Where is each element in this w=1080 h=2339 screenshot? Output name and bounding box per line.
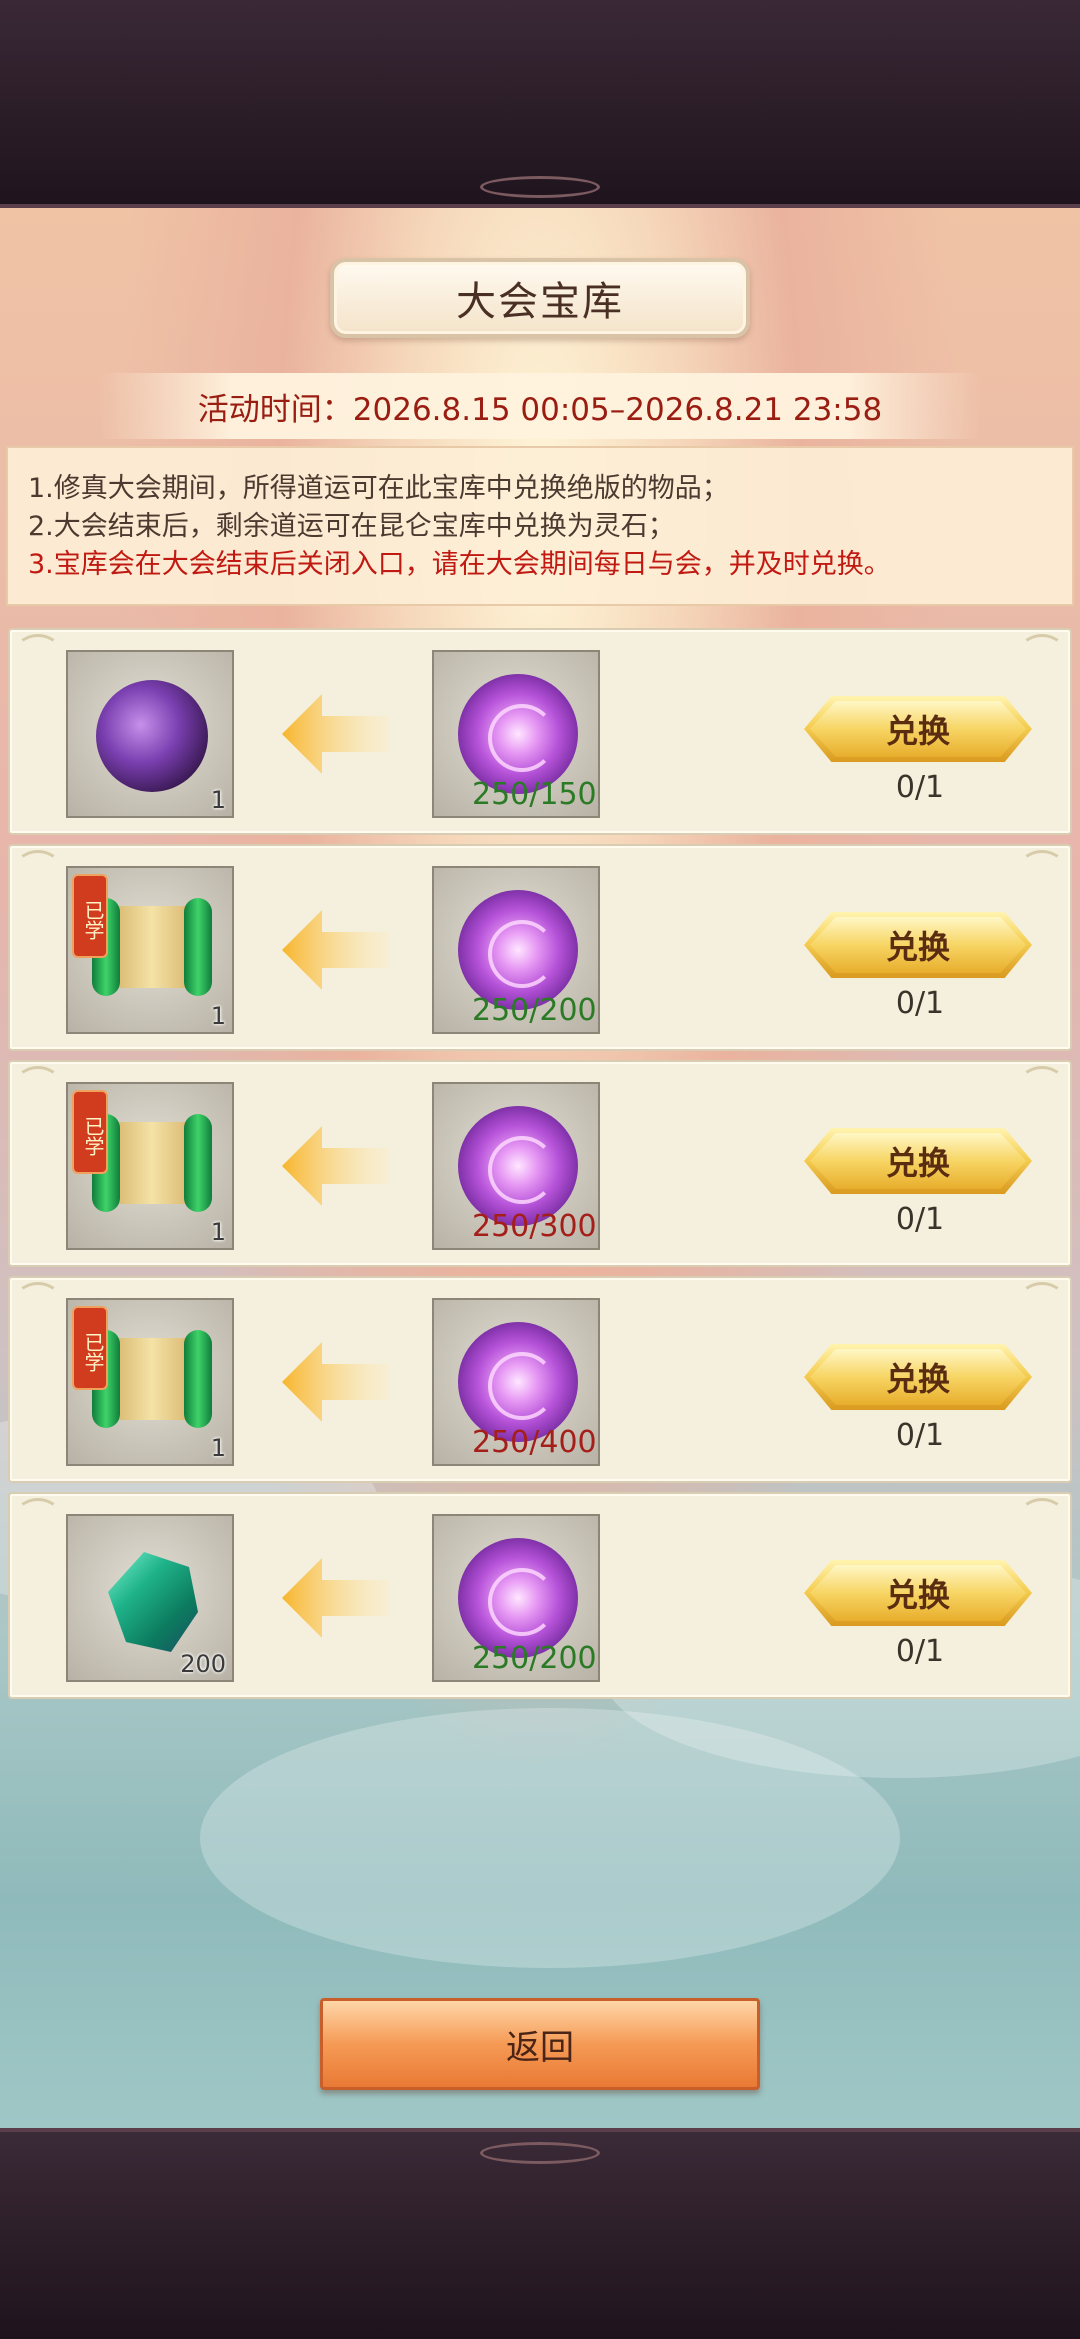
cost-item-slot[interactable]: 250/300: [432, 1082, 600, 1250]
exchange-count: 0/1: [895, 1202, 945, 1237]
exchange-count: 0/1: [895, 770, 945, 805]
corner-ornament: [1020, 1498, 1064, 1530]
corner-ornament: [16, 850, 60, 882]
learned-badge: 已学: [72, 1090, 108, 1174]
reward-quantity: 1: [210, 1218, 226, 1246]
corner-ornament: [16, 1498, 60, 1530]
reward-item-slot[interactable]: 已学 1: [66, 866, 234, 1034]
reward-item-slot[interactable]: 1: [66, 650, 234, 818]
rule-line: 2.大会结束后，剩余道运可在昆仑宝库中兑换为灵石；: [28, 511, 675, 542]
activity-time-strip: 活动时间：2026.8.15 00:05–2026.8.21 23:58: [100, 373, 980, 439]
arrow-left-icon: [282, 1558, 390, 1638]
rules-box: 1.修真大会期间，所得道运可在此宝库中兑换绝版的物品； 2.大会结束后，剩余道运…: [6, 446, 1074, 606]
cost-value: 250/150: [472, 777, 597, 812]
arrow-left-icon: [282, 1126, 390, 1206]
exchange-row: 已学 1 250/200 兑换 0/1: [8, 844, 1072, 1051]
reward-quantity: 1: [210, 1002, 226, 1030]
reward-quantity: 200: [180, 1650, 226, 1678]
exchange-count: 0/1: [895, 1634, 945, 1669]
learned-badge: 已学: [72, 874, 108, 958]
reward-item-slot[interactable]: 已学 1: [66, 1082, 234, 1250]
exchange-button-label: 兑换: [885, 1576, 950, 1614]
purple-orb-icon: [458, 890, 578, 1010]
exchange-button-label: 兑换: [885, 1360, 950, 1398]
corner-ornament: [1020, 634, 1064, 666]
purple-dragon-icon: [96, 680, 208, 792]
corner-ornament: [1020, 850, 1064, 882]
cost-value: 250/200: [472, 1641, 597, 1676]
reward-quantity: 1: [210, 786, 226, 814]
reward-item-slot[interactable]: 200: [66, 1514, 234, 1682]
cost-item-slot[interactable]: 250/400: [432, 1298, 600, 1466]
exchange-row: 1 250/150 兑换 0/1: [8, 628, 1072, 835]
rule-line-highlight: 3.宝库会在大会结束后关闭入口，请在大会期间每日与会，并及时兑换。: [28, 549, 891, 580]
frame-ornament: [480, 2142, 600, 2164]
exchange-row: 已学 1 250/300 兑换 0/1: [8, 1060, 1072, 1267]
bottom-frame: [0, 2128, 1080, 2339]
top-frame: [0, 0, 1080, 208]
cost-item-slot[interactable]: 250/150: [432, 650, 600, 818]
corner-ornament: [1020, 1066, 1064, 1098]
cost-item-slot[interactable]: 250/200: [432, 1514, 600, 1682]
purple-orb-icon: [458, 1538, 578, 1658]
arrow-left-icon: [282, 694, 390, 774]
corner-ornament: [1020, 1282, 1064, 1314]
cloud-decoration: [200, 1708, 900, 1968]
exchange-button[interactable]: 兑换: [804, 696, 1032, 762]
exchange-button-label: 兑换: [885, 712, 950, 750]
corner-ornament: [16, 1066, 60, 1098]
purple-orb-icon: [458, 674, 578, 794]
reward-item-slot[interactable]: 已学 1: [66, 1298, 234, 1466]
corner-ornament: [16, 634, 60, 666]
exchange-button-label: 兑换: [885, 928, 950, 966]
activity-time: 活动时间：2026.8.15 00:05–2026.8.21 23:58: [197, 391, 883, 428]
exchange-button[interactable]: 兑换: [804, 1128, 1032, 1194]
cost-value: 250/300: [472, 1209, 597, 1244]
page-title: 大会宝库: [456, 279, 624, 325]
corner-ornament: [16, 1282, 60, 1314]
back-button-label: 返回: [506, 2027, 574, 2068]
exchange-count: 0/1: [895, 1418, 945, 1453]
exchange-count: 0/1: [895, 986, 945, 1021]
reward-quantity: 1: [210, 1434, 226, 1462]
exchange-row: 已学 1 250/400 兑换 0/1: [8, 1276, 1072, 1483]
title-plate: 大会宝库: [330, 258, 750, 338]
cost-value: 250/200: [472, 993, 597, 1028]
exchange-button[interactable]: 兑换: [804, 912, 1032, 978]
back-button[interactable]: 返回: [320, 1998, 760, 2090]
exchange-row: 200 250/200 兑换 0/1: [8, 1492, 1072, 1699]
rule-line: 1.修真大会期间，所得道运可在此宝库中兑换绝版的物品；: [28, 473, 729, 504]
purple-orb-icon: [458, 1322, 578, 1442]
exchange-button[interactable]: 兑换: [804, 1344, 1032, 1410]
exchange-button-label: 兑换: [885, 1144, 950, 1182]
frame-ornament: [480, 176, 600, 198]
purple-orb-icon: [458, 1106, 578, 1226]
learned-badge: 已学: [72, 1306, 108, 1390]
cost-value: 250/400: [472, 1425, 597, 1460]
arrow-left-icon: [282, 910, 390, 990]
cost-item-slot[interactable]: 250/200: [432, 866, 600, 1034]
arrow-left-icon: [282, 1342, 390, 1422]
treasury-panel: 大会宝库 活动时间：2026.8.15 00:05–2026.8.21 23:5…: [0, 208, 1080, 2128]
exchange-button[interactable]: 兑换: [804, 1560, 1032, 1626]
green-gem-icon: [108, 1552, 198, 1652]
